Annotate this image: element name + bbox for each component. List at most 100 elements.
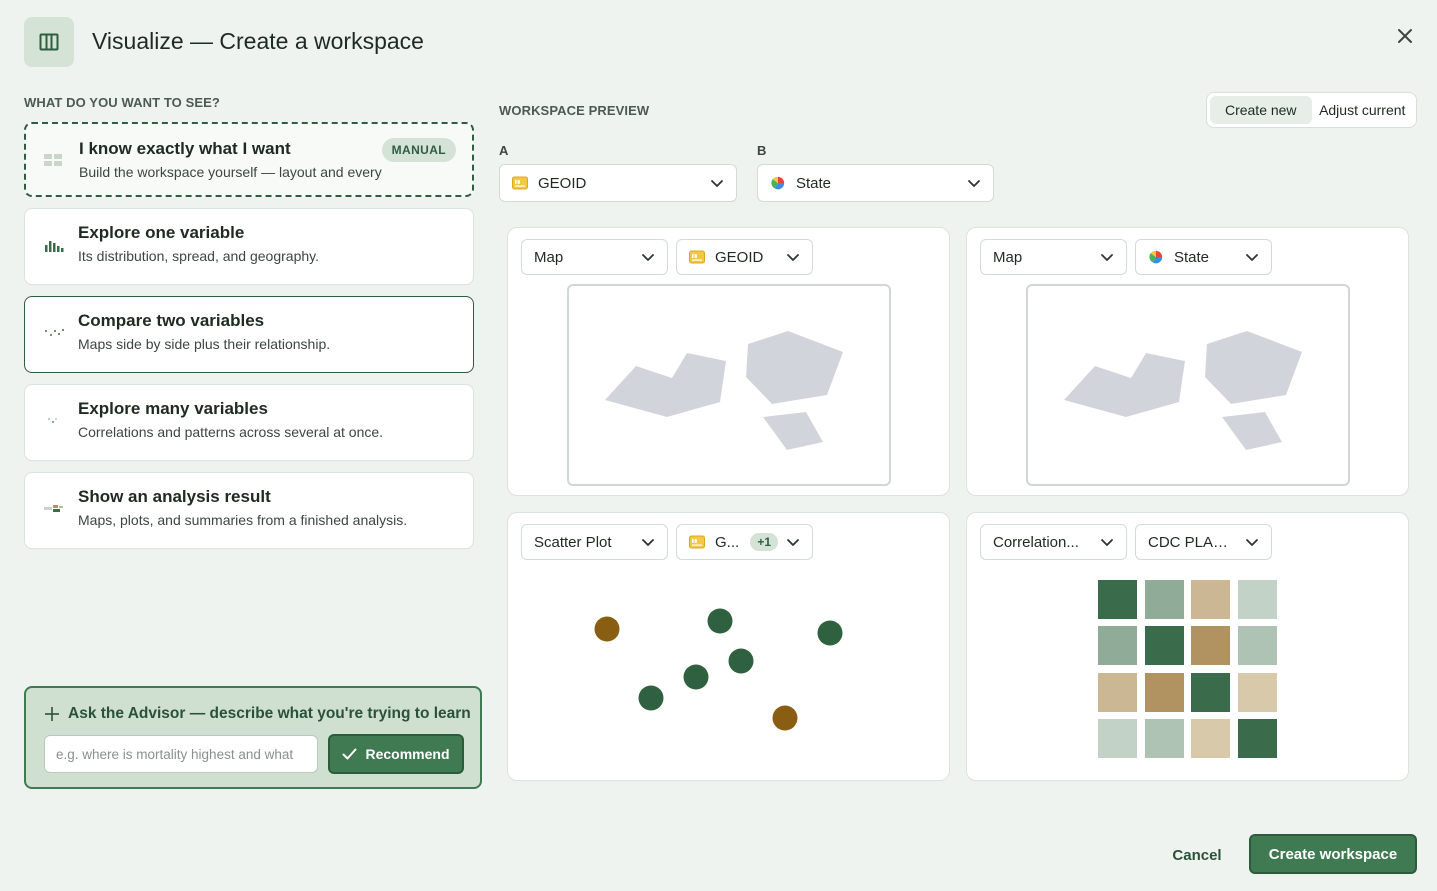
chevron-down-icon [1246,254,1258,261]
panel-viz-type: Map [534,248,564,266]
scatter-point [683,664,709,690]
chevron-down-icon [968,180,980,187]
panel-viz-type: Correlation... [993,533,1079,551]
heatmap-cell [1238,580,1277,619]
preview-panel-correlation: Correlation... CDC PLACE... [966,512,1409,781]
advisor-panel: Ask the Advisor — describe what you're t… [24,686,482,789]
mode-create-new[interactable]: Create new [1210,96,1312,124]
heatmap-cell [1145,580,1184,619]
chevron-down-icon [642,539,654,546]
correlation-heatmap [1098,580,1277,758]
scatter-icon [45,329,64,336]
map-region [605,353,726,417]
panel-variable: CDC PLACE... [1148,533,1237,551]
mode-toggle: Create new Adjust current [1206,92,1417,128]
scatter-point [772,705,798,731]
heatmap-cell [1238,626,1277,665]
option-title: Compare two variables [78,311,265,330]
option-description: Build the workspace yourself — layout an… [79,164,382,180]
result-icon [44,505,63,512]
workspace-app-icon [24,17,74,67]
heatmap-cell [1145,719,1184,758]
panel-variable: State [1174,248,1210,266]
chevron-down-icon [787,254,799,261]
heatmap-cell [1098,626,1137,665]
panel-variable-select[interactable]: CDC PLACE... [1135,524,1272,560]
id-card-icon [512,176,528,190]
panel-viz-type-select[interactable]: Correlation... [980,524,1127,560]
option-explore-many-variables[interactable]: Explore many variables Correlations and … [24,384,474,461]
columns-icon [39,33,59,51]
create-workspace-button[interactable]: Create workspace [1249,834,1417,874]
heatmap-cell [1145,673,1184,712]
heatmap-cell [1098,673,1137,712]
panel-viz-type-select[interactable]: Map [521,239,668,275]
advisor-question-input[interactable] [44,735,318,773]
map-shapes [605,331,843,450]
variable-a-value: GEOID [538,174,587,192]
heatmap-cell [1191,580,1230,619]
panel-variable-select[interactable]: State [1135,239,1272,275]
pie-chart-icon [771,176,785,190]
manual-badge: MANUAL [381,138,456,162]
option-compare-two-variables[interactable]: Compare two variables Maps side by side … [24,296,474,373]
panel-variable-select[interactable]: GEOID [676,239,813,275]
heatmap-cell [1191,719,1230,758]
variable-b-value: State [796,174,832,192]
chevron-down-icon [1246,539,1258,546]
variable-a-select[interactable]: GEOID [499,164,737,202]
cancel-button[interactable]: Cancel [1156,836,1238,874]
map-preview [1026,284,1350,486]
preview-panel-scatter: Scatter Plot G... +1 [507,512,950,781]
options-section-label: WHAT DO YOU WANT TO SEE? [24,95,220,110]
option-description: Correlations and patterns across several… [78,424,384,440]
map-region [1205,331,1302,404]
advisor-title: Ask the Advisor — describe what you're t… [44,705,471,723]
option-description: Maps side by side plus their relationshi… [78,336,331,352]
option-title: Explore many variables [78,399,268,418]
id-card-icon [689,535,705,549]
option-manual[interactable]: I know exactly what I want Build the wor… [24,122,474,197]
option-title: Show an analysis result [78,487,271,506]
page-title: Visualize — Create a workspace [92,28,424,54]
panel-viz-type-select[interactable]: Map [980,239,1127,275]
map-region [746,331,843,404]
heatmap-cell [1098,719,1137,758]
extra-variables-count: +1 [750,533,778,551]
preview-panel-map-a: Map GEOID [507,227,950,496]
scatter-preview [594,608,843,731]
option-show-analysis-result[interactable]: Show an analysis result Maps, plots, and… [24,472,474,549]
heatmap-cell [1191,673,1230,712]
close-icon [1398,29,1412,43]
scatter-point [594,616,620,642]
variable-b-select[interactable]: State [757,164,994,202]
panel-viz-type-select[interactable]: Scatter Plot [521,524,668,560]
chevron-down-icon [642,254,654,261]
dots-icon [48,418,57,423]
scatter-point [728,648,754,674]
panel-viz-type: Scatter Plot [534,533,612,551]
option-explore-one-variable[interactable]: Explore one variable Its distribution, s… [24,208,474,285]
variable-b-label: B [757,143,767,158]
panel-variable-select[interactable]: G... +1 [676,524,813,560]
panel-viz-type: Map [993,248,1023,266]
map-region [1064,353,1185,417]
map-region [763,412,823,450]
heatmap-cell [1238,673,1277,712]
recommend-label: Recommend [365,746,450,762]
chevron-down-icon [711,180,723,187]
id-card-icon [689,250,705,264]
visualization-options: I know exactly what I want Build the wor… [24,122,474,560]
map-preview [567,284,891,486]
heatmap-cell [1145,626,1184,665]
layout-grid-icon [44,154,62,166]
option-description: Its distribution, spread, and geography. [78,248,320,264]
close-button[interactable] [1393,24,1417,48]
recommend-button[interactable]: Recommend [328,734,464,774]
option-description: Maps, plots, and summaries from a finish… [78,512,408,528]
heatmap-cell [1098,580,1137,619]
preview-section-label: WORKSPACE PREVIEW [499,103,650,118]
map-region [1222,412,1282,450]
mode-adjust-current[interactable]: Adjust current [1312,96,1414,124]
bar-chart-icon [45,241,64,252]
